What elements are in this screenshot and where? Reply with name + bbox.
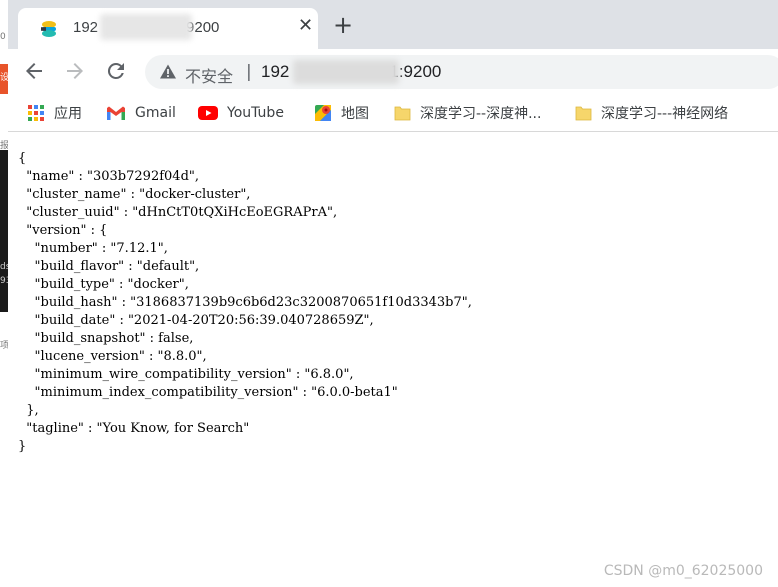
json-line: "tagline" : "You Know, for Search": [18, 421, 250, 436]
json-line: "number" : "7.12.1",: [18, 241, 168, 256]
bookmarks-bar: 应用 Gmail YouTube 地图 深度学习--深度神... 深度学习---…: [8, 94, 778, 132]
toolbar: 不安全 | 192 1:9200: [8, 49, 778, 94]
json-line: "build_snapshot" : false,: [18, 331, 194, 346]
bookmark-youtube[interactable]: YouTube: [198, 103, 284, 123]
bookmark-label: 深度学习---神经网络: [601, 106, 729, 122]
bookmark-folder-2[interactable]: 深度学习---神经网络: [575, 103, 728, 123]
json-line: "build_type" : "docker",: [18, 277, 189, 292]
omnibox-divider: |: [246, 62, 252, 82]
bookmark-label: Gmail: [135, 105, 176, 121]
edge-dark-block: [0, 150, 8, 312]
csdn-watermark: CSDN @m0_62025000: [603, 563, 763, 579]
forward-icon[interactable]: [63, 59, 87, 83]
bookmark-label: 地图: [341, 106, 369, 122]
new-tab-icon[interactable]: +: [333, 13, 353, 37]
security-status[interactable]: 不安全: [185, 63, 233, 87]
json-line: "build_hash" : "3186837139b9c6b6d23c3200…: [18, 295, 472, 310]
json-line: "lucene_version" : "8.8.0",: [18, 349, 207, 364]
json-line: "cluster_name" : "docker-cluster",: [18, 187, 251, 202]
bookmark-maps[interactable]: 地图: [314, 103, 369, 123]
bookmark-gmail[interactable]: Gmail: [106, 103, 176, 123]
json-line: },: [18, 403, 39, 418]
edge-text: 项: [0, 341, 8, 351]
bookmark-label: YouTube: [227, 105, 284, 121]
redaction-blur: [100, 14, 192, 40]
close-tab-icon[interactable]: ✕: [298, 15, 313, 36]
edge-text: 0: [0, 32, 6, 42]
maps-icon: [315, 105, 331, 121]
reload-icon[interactable]: [104, 59, 128, 83]
tab-strip: 192 9200 ✕ +: [8, 0, 778, 49]
edge-text: 93: [0, 276, 8, 286]
json-line: "cluster_uuid" : "dHnCtT0tQXiHcEoEGRAPrA…: [18, 205, 338, 220]
edge-text: 设: [0, 73, 8, 83]
browser-window: 192 9200 ✕ + 不安全 | 192 1:9200 应用 Gmail Y…: [8, 0, 778, 587]
json-line: "name" : "303b7292f04d",: [18, 169, 199, 184]
folder-icon: [394, 106, 411, 121]
back-icon[interactable]: [22, 59, 46, 83]
address-bar[interactable]: 不安全 | 192 1:9200: [145, 55, 778, 89]
json-line: "build_flavor" : "default",: [18, 259, 200, 274]
background-window-edge: 0 设 报 ds 93 项: [0, 0, 8, 587]
bookmark-folder-1[interactable]: 深度学习--深度神...: [394, 103, 541, 123]
json-line: "build_date" : "2021-04-20T20:56:39.0407…: [18, 313, 374, 328]
json-line: }: [18, 439, 27, 454]
elastic-icon: [41, 21, 56, 37]
edge-text: ds: [0, 262, 8, 272]
json-line: "minimum_index_compatibility_version" : …: [18, 385, 398, 400]
warning-icon[interactable]: [159, 63, 177, 81]
redaction-blur: [293, 60, 399, 84]
json-response: { "name" : "303b7292f04d", "cluster_name…: [18, 150, 472, 456]
page-content: { "name" : "303b7292f04d", "cluster_name…: [8, 132, 778, 587]
json-line: "minimum_wire_compatibility_version" : "…: [18, 367, 354, 382]
folder-icon: [575, 106, 592, 121]
json-line: "version" : {: [18, 223, 108, 238]
bookmark-apps[interactable]: 应用: [27, 103, 82, 123]
youtube-icon: [198, 106, 218, 120]
bookmark-label: 深度学习--深度神...: [420, 106, 542, 122]
gmail-icon: [107, 106, 125, 120]
bookmark-label: 应用: [54, 106, 82, 122]
active-tab[interactable]: 192 9200 ✕: [18, 8, 318, 49]
json-line: {: [18, 151, 27, 166]
apps-grid-icon: [28, 105, 44, 121]
